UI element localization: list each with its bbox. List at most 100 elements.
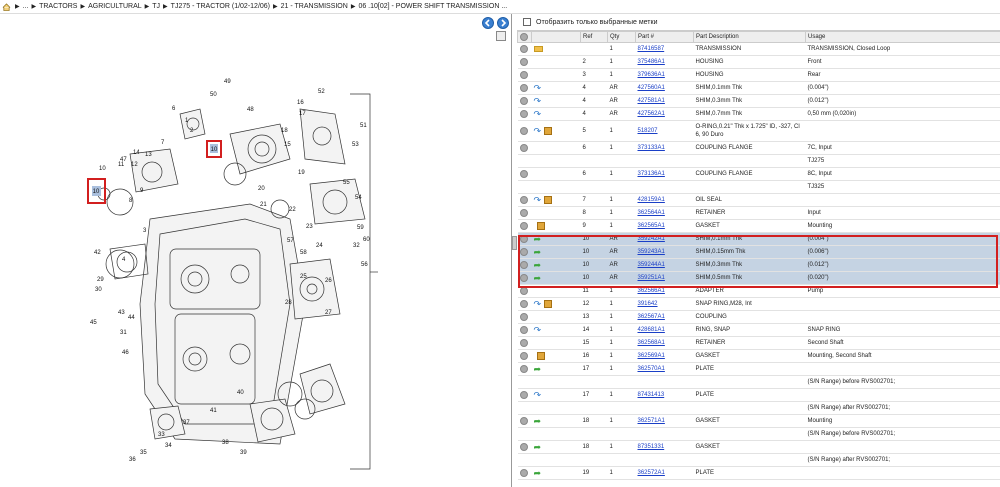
box-icon[interactable] xyxy=(544,127,553,135)
table-row[interactable]: 6 1 373136A1 COUPLING FLANGE 8C, Input xyxy=(517,167,1000,181)
diagram-ref-number[interactable]: 32 xyxy=(353,243,360,249)
select-cell[interactable] xyxy=(517,414,532,428)
part-number-link[interactable]: 87416587 xyxy=(635,42,694,56)
table-row[interactable]: 6 1 373133A1 COUPLING FLANGE 7C, Input xyxy=(517,141,1000,155)
diagram-ref-number[interactable]: 60 xyxy=(363,237,370,243)
diagram-ref-number[interactable]: 19 xyxy=(298,170,305,176)
gear-icon[interactable] xyxy=(519,339,528,347)
part-number-link[interactable]: 379636A1 xyxy=(635,68,694,82)
select-cell[interactable] xyxy=(517,453,532,467)
show-selected-only-checkbox[interactable] xyxy=(523,18,531,26)
gear-icon[interactable] xyxy=(519,97,528,105)
home-icon[interactable] xyxy=(2,2,11,11)
diagram-ref-number[interactable]: 15 xyxy=(284,142,291,148)
part-number-link[interactable]: 362569A1 xyxy=(635,349,694,363)
select-cell[interactable] xyxy=(517,107,532,121)
diagram-ref-number[interactable]: 40 xyxy=(237,390,244,396)
blue-arrow-icon[interactable]: ↷ xyxy=(534,196,542,205)
breadcrumb-item[interactable]: ... xyxy=(23,3,29,10)
part-number-link[interactable]: 391642 xyxy=(635,297,694,311)
green-arrow-icon[interactable]: ➦ xyxy=(534,417,542,426)
select-cell[interactable] xyxy=(517,180,532,194)
gear-icon[interactable] xyxy=(519,110,528,118)
breadcrumb-item[interactable]: TRACTORS xyxy=(39,3,77,10)
table-row[interactable]: ↷ 12 1 391642 SNAP RING,M28, Int xyxy=(517,297,1000,311)
select-cell[interactable] xyxy=(517,362,532,376)
diagram-ref-number[interactable]: 23 xyxy=(306,224,313,230)
table-row[interactable]: ↷ 7 1 428159A1 OIL SEAL xyxy=(517,193,1000,207)
diagram-ref-number[interactable]: 21 xyxy=(260,202,267,208)
breadcrumb-item[interactable]: 06 .10[02] - POWER SHIFT TRANSMISSION ..… xyxy=(358,3,507,10)
table-row[interactable]: ↷ 4 AR 427581A1 SHIM,0.3mm Thk (0.012") xyxy=(517,94,1000,108)
diagram-ref-number[interactable]: 3 xyxy=(143,228,147,234)
table-row[interactable]: ↷ 4 AR 427560A1 SHIM,0.1mm Thk (0.004") xyxy=(517,81,1000,95)
box-icon[interactable] xyxy=(536,222,545,230)
diagram-ref-number[interactable]: 31 xyxy=(120,330,127,336)
green-arrow-icon[interactable]: ➦ xyxy=(534,469,542,478)
gear-icon[interactable] xyxy=(519,352,528,360)
part-number-link[interactable]: 362571A1 xyxy=(635,414,694,428)
diagram-ref-number[interactable]: 59 xyxy=(357,225,364,231)
select-cell[interactable] xyxy=(517,349,532,363)
breadcrumb-item[interactable]: AGRICULTURAL xyxy=(88,3,142,10)
table-row[interactable]: 2 1 375486A1 HOUSING Front xyxy=(517,55,1000,69)
select-all-gear-icon[interactable] xyxy=(520,33,528,41)
box-icon[interactable] xyxy=(544,300,553,308)
callout-10-top[interactable]: 10 xyxy=(206,140,222,158)
part-number-link[interactable]: 362567A1 xyxy=(635,310,694,324)
diagram-ref-number[interactable]: 29 xyxy=(97,277,104,283)
diagram-ref-number[interactable]: 56 xyxy=(361,262,368,268)
part-number-link[interactable] xyxy=(635,375,694,389)
part-number-link[interactable]: 87431413 xyxy=(635,388,694,402)
header-ref[interactable]: Ref xyxy=(580,31,608,43)
select-cell[interactable] xyxy=(517,94,532,108)
gear-icon[interactable] xyxy=(519,391,528,399)
diagram-ref-number[interactable]: 10 xyxy=(99,166,106,172)
diagram-ref-number[interactable]: 48 xyxy=(247,107,254,113)
diagram-ref-number[interactable]: 50 xyxy=(210,92,217,98)
diagram-ref-number[interactable]: 54 xyxy=(355,195,362,201)
select-cell[interactable] xyxy=(517,427,532,441)
diagram-ref-number[interactable]: 45 xyxy=(90,320,97,326)
part-number-link[interactable]: 373133A1 xyxy=(635,141,694,155)
select-cell[interactable] xyxy=(517,81,532,95)
green-arrow-icon[interactable]: ➦ xyxy=(534,443,542,452)
gear-icon[interactable] xyxy=(519,71,528,79)
breadcrumb-item[interactable]: TJ xyxy=(152,3,160,10)
select-cell[interactable] xyxy=(517,323,532,337)
diagram-ref-number[interactable]: 22 xyxy=(289,207,296,213)
diagram-ref-number[interactable]: 6 xyxy=(172,106,176,112)
diagram-ref-number[interactable]: 28 xyxy=(285,300,292,306)
diagram-ref-number[interactable]: 20 xyxy=(258,186,265,192)
diagram-ref-number[interactable]: 37 xyxy=(183,420,190,426)
gear-icon[interactable] xyxy=(519,222,528,230)
diagram-ref-number[interactable]: 24 xyxy=(316,243,323,249)
gear-icon[interactable] xyxy=(519,209,528,217)
part-number-link[interactable]: 362565A1 xyxy=(635,219,694,233)
gear-icon[interactable] xyxy=(519,58,528,66)
diagram-ref-number[interactable]: 16 xyxy=(297,100,304,106)
blue-arrow-icon[interactable]: ↷ xyxy=(534,97,542,106)
diagram-ref-number[interactable]: 44 xyxy=(128,315,135,321)
table-row[interactable]: ↷ 14 1 428681A1 RING, SNAP SNAP RING xyxy=(517,323,1000,337)
blue-arrow-icon[interactable]: ↷ xyxy=(534,110,542,119)
diagram-ref-number[interactable]: 53 xyxy=(352,142,359,148)
select-cell[interactable] xyxy=(517,375,532,389)
select-cell[interactable] xyxy=(517,42,532,56)
diagram-ref-number[interactable]: 51 xyxy=(360,123,367,129)
select-cell[interactable] xyxy=(517,120,532,142)
diagram-ref-number[interactable]: 36 xyxy=(129,457,136,463)
blue-arrow-icon[interactable]: ↷ xyxy=(534,300,542,309)
gear-icon[interactable] xyxy=(519,196,528,204)
diagram-ref-number[interactable]: 46 xyxy=(122,350,129,356)
box-icon[interactable] xyxy=(536,352,545,360)
diagram-ref-number[interactable]: 17 xyxy=(299,111,306,117)
select-cell[interactable] xyxy=(517,206,532,220)
part-number-link[interactable]: 518207 xyxy=(635,120,694,142)
gear-icon[interactable] xyxy=(519,84,528,92)
gear-icon[interactable] xyxy=(519,313,528,321)
diagram-ref-number[interactable]: 58 xyxy=(300,250,307,256)
gear-icon[interactable] xyxy=(519,287,528,295)
table-row[interactable]: ↷ 17 1 87431413 PLATE xyxy=(517,388,1000,402)
gear-icon[interactable] xyxy=(519,365,528,373)
